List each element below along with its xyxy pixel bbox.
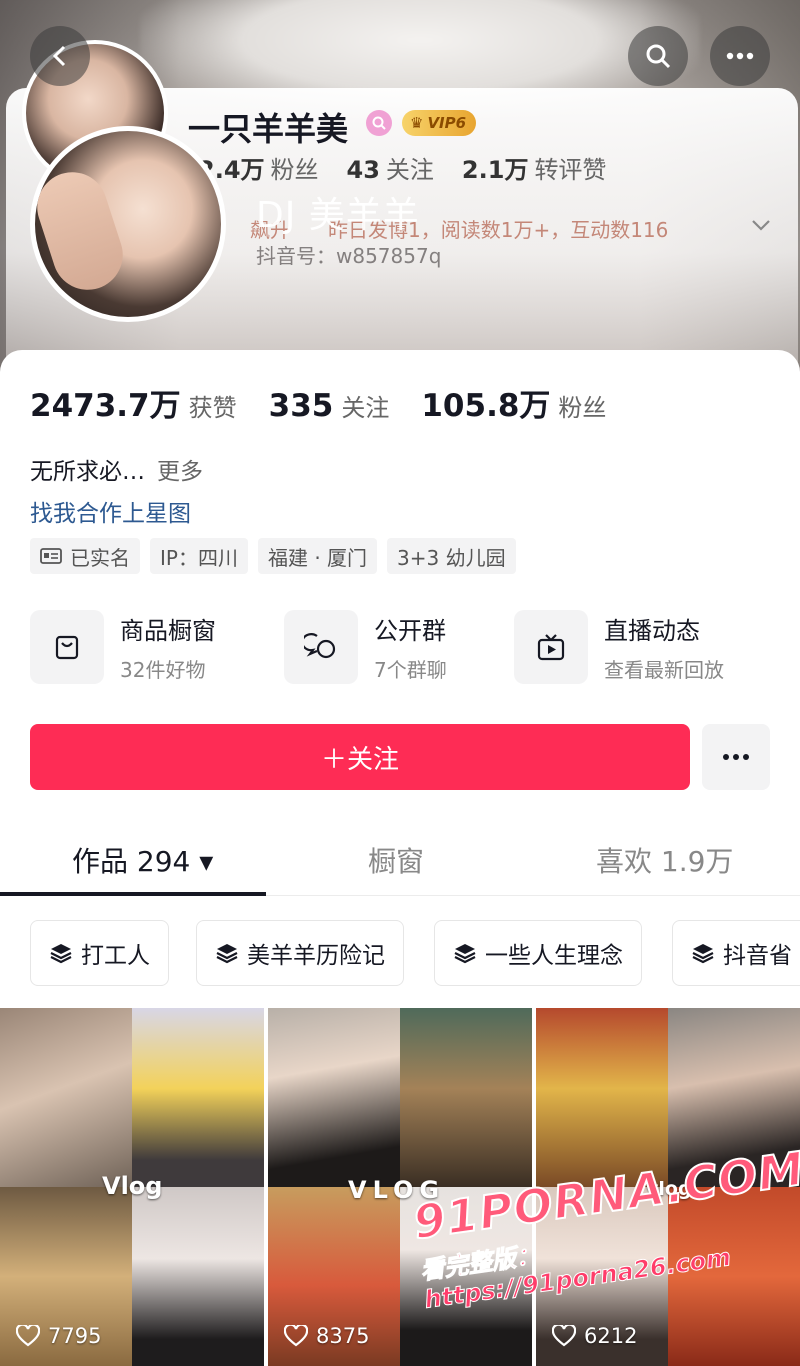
service-title: 商品橱窗	[120, 617, 216, 645]
douyin-id: 抖音号：w857857q	[256, 244, 442, 268]
video-likes: 7795	[16, 1324, 101, 1348]
more-options-button[interactable]	[710, 26, 770, 86]
chat-bubbles-icon	[284, 610, 358, 684]
profile-stats: 2473.7万 获赞 335 关注 105.8万 粉丝	[30, 380, 638, 425]
content-tabs: 作品 294 ▾ 橱窗 喜欢 1.9万	[0, 826, 800, 896]
stack-icon	[454, 944, 476, 964]
active-tab-indicator	[0, 892, 266, 896]
vip-label: VIP6	[427, 114, 467, 132]
follow-button[interactable]: ＋关注	[30, 724, 690, 790]
back-arrow-icon	[52, 45, 66, 67]
collection-chip[interactable]: 抖音省	[672, 920, 800, 986]
collection-chip[interactable]: 打工人	[30, 920, 169, 986]
service-title: 直播动态	[604, 617, 700, 645]
overlay-nickname: DJ 美羊羊	[256, 195, 420, 236]
collection-chip[interactable]: 一些人生理念	[434, 920, 642, 986]
video-thumbnail[interactable]: Vlog 7795	[0, 1008, 264, 1366]
cooperation-link[interactable]: 找我合作上星图	[30, 494, 191, 528]
verified-badge-icon	[366, 110, 392, 136]
stack-icon	[216, 944, 238, 964]
collection-chips: 打工人 美羊羊历险记 一些人生理念 抖音省	[30, 920, 800, 986]
stat-following[interactable]: 335 关注	[269, 388, 390, 424]
profile-avatar[interactable]	[30, 126, 226, 322]
stat-followers[interactable]: 105.8万 粉丝	[421, 380, 606, 425]
thumb-photo	[536, 1008, 668, 1187]
service-subtitle: 7个群聊	[374, 658, 447, 682]
profile-more-button[interactable]	[702, 724, 770, 790]
tv-icon	[514, 610, 588, 684]
thumb-photo	[400, 1008, 532, 1187]
search-button[interactable]	[628, 26, 688, 86]
tag-school[interactable]: 3+3 幼儿园	[387, 538, 516, 574]
back-button[interactable]	[30, 26, 90, 86]
thumb-photo	[132, 1187, 264, 1366]
thumb-photo	[268, 1008, 400, 1187]
service-public-group[interactable]: 公开群 7个群聊	[284, 610, 447, 684]
heart-icon	[16, 1325, 40, 1347]
tag-city[interactable]: 福建 · 厦门	[257, 538, 378, 574]
heart-icon	[552, 1325, 576, 1347]
video-likes: 8375	[284, 1324, 369, 1348]
bag-icon	[30, 610, 104, 684]
more-dots-icon	[726, 52, 754, 60]
embedded-stat-fans: 2.4万 粉丝	[198, 156, 319, 184]
embedded-stat-following: 43 关注	[346, 156, 434, 184]
embedded-stat-interactions: 2.1万 转评赞	[461, 156, 607, 184]
profile-bio: 无所求必… 更多	[30, 452, 203, 486]
tag-real-name: 已实名	[30, 538, 140, 574]
search-icon	[646, 44, 671, 69]
embedded-profile-name: 一只羊羊美	[188, 110, 349, 148]
video-likes: 6212	[552, 1324, 637, 1348]
embedded-profile-stats: 2.4万 粉丝 43 关注 2.1万 转评赞	[198, 150, 606, 185]
vip-badge: ♛ VIP6	[402, 110, 477, 136]
chevron-down-icon[interactable]	[748, 212, 774, 242]
service-title: 公开群	[374, 617, 446, 645]
collection-chip[interactable]: 美羊羊历险记	[196, 920, 404, 986]
tag-ip-location: IP：四川	[150, 538, 248, 574]
bio-more-link[interactable]: 更多	[157, 459, 203, 485]
video-label: Vlog	[102, 1172, 163, 1200]
stat-likes[interactable]: 2473.7万 获赞	[30, 380, 237, 425]
tab-likes[interactable]: 喜欢 1.9万	[596, 840, 733, 880]
stack-icon	[50, 944, 72, 964]
service-live-updates[interactable]: 直播动态查看最新回放	[514, 610, 724, 684]
service-entries: 商品橱窗 32件好物 公开群 7个群聊 直播动态查看最新回放	[30, 610, 770, 690]
bio-text: 无所求必…	[30, 459, 145, 485]
service-subtitle: 查看最新回放	[604, 658, 724, 682]
crown-icon: ♛	[410, 114, 424, 132]
heart-icon	[284, 1325, 308, 1347]
stack-icon	[692, 944, 714, 964]
service-subtitle: 32件好物	[120, 658, 206, 682]
thumb-photo	[132, 1008, 264, 1187]
more-dots-icon	[723, 754, 749, 760]
service-shop-window[interactable]: 商品橱窗 32件好物	[30, 610, 216, 684]
profile-tags: 已实名 IP：四川 福建 · 厦门 3+3 幼儿园	[30, 538, 516, 574]
tab-shop-window[interactable]: 橱窗	[368, 840, 424, 880]
id-card-icon	[40, 548, 62, 564]
tab-works[interactable]: 作品 294 ▾	[72, 840, 213, 880]
thumb-photo	[0, 1008, 132, 1187]
